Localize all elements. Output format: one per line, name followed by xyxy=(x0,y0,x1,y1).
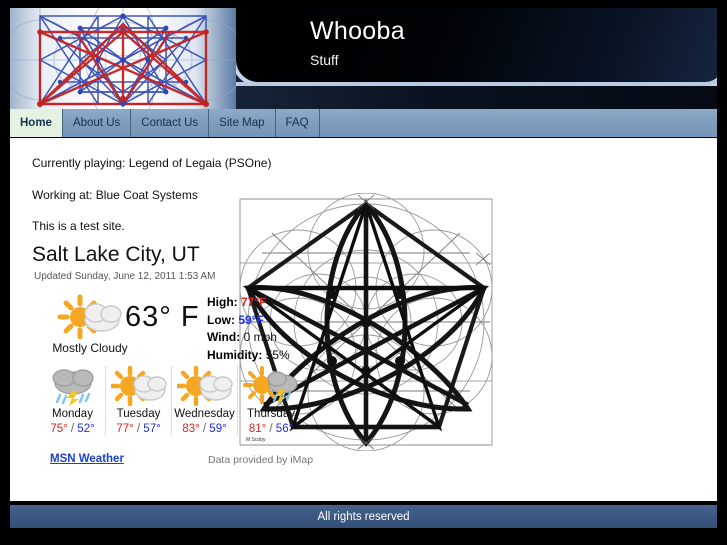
weather-stat-key: Low: xyxy=(207,312,235,327)
forecast-day: Thursday 81° / 56° xyxy=(238,366,304,435)
forecast-day-name: Monday xyxy=(52,408,93,420)
header-dark-panel xyxy=(236,8,717,82)
forecast-day-temps: 81° / 56° xyxy=(239,423,303,435)
forecast-temp-separator: / xyxy=(266,423,276,435)
nav-item-faq[interactable]: FAQ xyxy=(276,109,320,137)
forecast-low: 57° xyxy=(143,423,161,435)
site-footer: All rights reserved xyxy=(10,505,717,528)
weather-stat-row: Low: 59°F xyxy=(207,312,290,330)
forecast-low: 52° xyxy=(77,423,95,435)
weather-forecast-strip: Monday 75° / 52° Tuesday 77° / 57° Wednesday… xyxy=(40,365,304,435)
sun-behind-cloud-icon xyxy=(56,293,128,340)
nav-item-site-map[interactable]: Site Map xyxy=(209,109,276,137)
site-logo xyxy=(10,8,236,109)
weather-stats-list: High: 77°F Low: 59°F Wind: 0 mph Humidity: … xyxy=(207,294,290,364)
forecast-day-name: Tuesday xyxy=(116,408,161,420)
nav-item-contact-us[interactable]: Contact Us xyxy=(131,109,210,137)
page-root: Whooba Stuff Home About Us Contact Us Site … xyxy=(0,0,727,545)
weather-condition-label: Mostly Cloudy xyxy=(52,341,128,355)
weather-data-provider-note: Data provided by iMap xyxy=(208,454,314,466)
sun-cloud-rain-icon xyxy=(239,366,303,406)
sun-behind-cloud-icon xyxy=(107,365,170,407)
forecast-day-temps: 75° / 52° xyxy=(41,423,104,435)
page-title: Whooba xyxy=(310,17,405,45)
forecast-day: Tuesday 77° / 57° xyxy=(106,365,172,435)
weather-stat-key: High: xyxy=(207,295,238,309)
sun-behind-cloud-icon xyxy=(173,365,236,407)
forecast-low: 59° xyxy=(209,423,227,435)
forecast-low: 56° xyxy=(275,423,294,435)
msn-weather-link[interactable]: MSN Weather xyxy=(50,453,124,465)
forecast-day-name: Wednesday xyxy=(174,408,235,420)
page-subtitle: Stuff xyxy=(310,52,339,68)
site-header: Whooba Stuff xyxy=(10,8,717,109)
forecast-day: Wednesday 83° / 59° xyxy=(172,365,238,435)
forecast-day-temps: 77° / 57° xyxy=(107,423,170,435)
test-site-text: This is a test site. xyxy=(32,219,125,233)
weather-current-temperature: 63° F xyxy=(125,301,200,333)
footer-copyright-text: All rights reserved xyxy=(317,510,410,523)
forecast-high: 81° xyxy=(248,423,267,435)
forecast-high: 77° xyxy=(116,423,134,435)
weather-updated-timestamp: Updated Sunday, June 12, 2011 1:53 AM xyxy=(34,271,216,282)
working-at-text: Working at: Blue Coat Systems xyxy=(32,188,198,202)
nav-item-about-us[interactable]: About Us xyxy=(63,109,132,137)
forecast-temp-separator: / xyxy=(199,423,210,435)
main-content: M Scoby Currently playing: Legend of Leg… xyxy=(10,137,717,501)
weather-stat-row: Humidity: 55% xyxy=(207,347,290,365)
forecast-temp-separator: / xyxy=(67,423,78,435)
weather-stat-row: Wind: 0 mph xyxy=(207,329,290,347)
geometric-network-graphic-icon xyxy=(10,8,236,109)
header-title-group: Whooba Stuff xyxy=(310,16,405,70)
weather-stat-value: 55% xyxy=(265,347,290,362)
main-navigation: Home About Us Contact Us Site Map FAQ xyxy=(10,109,717,137)
weather-stat-key: Humidity: xyxy=(207,347,263,362)
svg-text:M Scoby: M Scoby xyxy=(246,437,266,443)
nav-item-home[interactable]: Home xyxy=(10,109,63,137)
weather-city: Salt Lake City, UT xyxy=(32,243,200,266)
forecast-day-temps: 83° / 59° xyxy=(173,423,236,435)
weather-stat-value: 59°F xyxy=(238,312,264,327)
forecast-temp-separator: / xyxy=(133,423,144,435)
weather-stat-key: Wind: xyxy=(207,330,241,344)
currently-playing-text: Currently playing: Legend of Legaia (PSO… xyxy=(32,156,272,170)
weather-stat-value: 0 mph xyxy=(243,330,277,344)
forecast-day: Monday 75° / 52° xyxy=(40,366,106,435)
weather-stat-row: High: 77°F xyxy=(207,294,290,312)
forecast-high: 75° xyxy=(50,423,68,435)
thunderstorm-rain-icon xyxy=(41,366,104,406)
forecast-day-name: Thursday xyxy=(247,408,295,420)
weather-stat-value: 77°F xyxy=(241,295,267,309)
forecast-high: 83° xyxy=(182,423,200,435)
